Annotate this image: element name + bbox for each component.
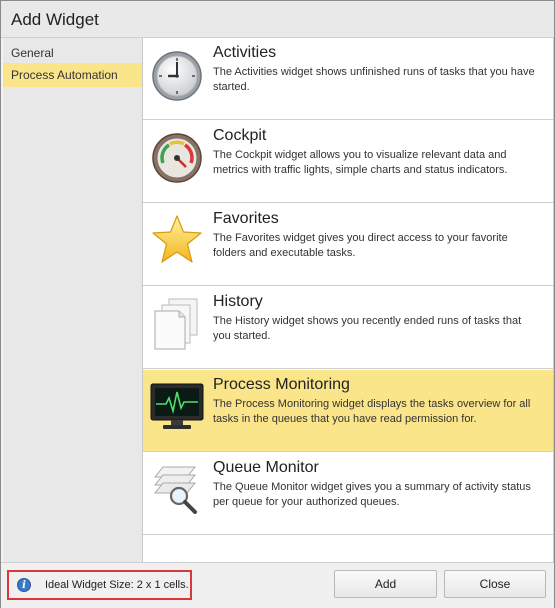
widget-list: Activities The Activities widget shows u… [142, 38, 554, 562]
widget-item-history[interactable]: History The History widget shows you rec… [143, 287, 553, 369]
widget-size-hint: i Ideal Widget Size: 2 x 1 cells. [7, 570, 192, 600]
widget-description: The Favorites widget gives you direct ac… [213, 232, 508, 259]
info-icon: i [17, 578, 31, 592]
widget-name: Activities [213, 44, 277, 61]
widget-item-favorites[interactable]: Favorites The Favorites widget gives you… [143, 204, 553, 286]
documents-icon [154, 298, 198, 350]
star-icon [152, 215, 202, 263]
add-widget-dialog: Add Widget General Process Automation Ac… [0, 0, 555, 608]
widget-size-hint-text: Ideal Widget Size: 2 x 1 cells. [45, 579, 189, 591]
widget-item-queue-monitor[interactable]: Queue Monitor The Queue Monitor widget g… [143, 453, 553, 535]
widget-description: The Queue Monitor widget gives you a sum… [213, 481, 531, 508]
widget-item-cockpit[interactable]: Cockpit The Cockpit widget allows you to… [143, 121, 553, 203]
close-button[interactable]: Close [444, 570, 546, 598]
sidebar-item-general[interactable]: General [3, 41, 142, 65]
add-button[interactable]: Add [334, 570, 437, 598]
widget-name: Favorites [213, 210, 279, 227]
dialog-footer: i Ideal Widget Size: 2 x 1 cells. Add Cl… [1, 562, 554, 608]
queue-magnifier-icon [153, 466, 197, 514]
sidebar-item-process-automation[interactable]: Process Automation [3, 63, 142, 87]
widget-name: Cockpit [213, 127, 267, 144]
monitor-icon [150, 383, 204, 429]
widget-name: Process Monitoring [213, 376, 350, 393]
widget-name: History [213, 293, 263, 310]
widget-item-activities[interactable]: Activities The Activities widget shows u… [143, 38, 553, 120]
widget-name: Queue Monitor [213, 459, 319, 476]
gauge-icon [152, 133, 202, 183]
dialog-titlebar: Add Widget [1, 1, 554, 38]
widget-item-process-monitoring[interactable]: Process Monitoring The Process Monitorin… [143, 370, 553, 452]
dialog-title: Add Widget [11, 10, 99, 29]
widget-description: The History widget shows you recently en… [213, 315, 522, 342]
category-sidebar: General Process Automation [3, 38, 142, 562]
widget-description: The Cockpit widget allows you to visuali… [213, 149, 508, 176]
clock-icon [152, 51, 202, 101]
widget-description: The Activities widget shows unfinished r… [213, 66, 535, 93]
widget-description: The Process Monitoring widget displays t… [213, 398, 531, 425]
